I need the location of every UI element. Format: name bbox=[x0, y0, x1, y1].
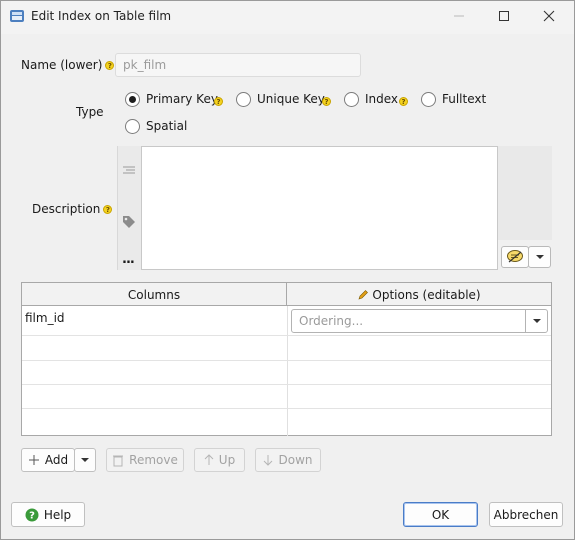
description-side-panel bbox=[498, 146, 552, 240]
tag-icon[interactable] bbox=[121, 214, 137, 233]
type-option-label: Fulltext bbox=[442, 92, 487, 106]
cancel-button[interactable]: Abbrechen bbox=[489, 502, 563, 527]
help-circle-icon: ? bbox=[25, 508, 39, 521]
description-label-text: Description bbox=[32, 202, 101, 216]
text-format-icon[interactable] bbox=[122, 165, 136, 180]
radio-fulltext[interactable] bbox=[421, 92, 436, 107]
ordering-placeholder: Ordering... bbox=[299, 314, 364, 328]
table-row[interactable] bbox=[22, 385, 551, 409]
close-icon[interactable] bbox=[526, 0, 572, 32]
trash-icon bbox=[113, 455, 124, 466]
comment-dropdown-button[interactable] bbox=[528, 246, 551, 268]
type-label: Type bbox=[76, 105, 104, 119]
down-button[interactable]: Down bbox=[255, 448, 321, 472]
remove-button[interactable]: Remove bbox=[106, 448, 184, 472]
help-badge-icon[interactable]: ? bbox=[105, 61, 115, 70]
help-badge-icon[interactable]: ? bbox=[214, 97, 223, 106]
options-header-label: Options (editable) bbox=[372, 287, 481, 302]
columns-header[interactable]: Columns bbox=[22, 283, 287, 306]
up-button-label: Up bbox=[218, 453, 236, 467]
type-option-label: Spatial bbox=[146, 119, 188, 133]
arrow-down-icon bbox=[264, 455, 273, 466]
table-row[interactable] bbox=[22, 337, 551, 361]
help-badge-icon[interactable]: ? bbox=[399, 97, 408, 106]
plus-icon bbox=[28, 455, 39, 465]
help-button-label: Help bbox=[43, 507, 72, 522]
chevron-down-icon bbox=[81, 458, 89, 462]
svg-text:?: ? bbox=[29, 510, 35, 521]
radio-unique-key[interactable] bbox=[236, 92, 251, 107]
help-badge-icon[interactable]: ? bbox=[322, 97, 331, 106]
description-textarea[interactable] bbox=[141, 146, 498, 270]
minimize-icon[interactable] bbox=[436, 0, 482, 32]
table-row[interactable]: film_id Ordering... bbox=[22, 306, 551, 336]
comment-edit-button[interactable] bbox=[501, 246, 529, 268]
table-row[interactable] bbox=[22, 409, 551, 433]
columns-grid: Columns Options (editable) film_id Order… bbox=[21, 282, 552, 436]
pencil-icon bbox=[358, 289, 369, 299]
chevron-down-icon bbox=[535, 255, 544, 259]
down-button-label: Down bbox=[278, 453, 313, 467]
ok-button[interactable]: OK bbox=[403, 502, 478, 527]
column-name-cell: film_id bbox=[25, 311, 65, 325]
window-title: Edit Index on Table film bbox=[31, 9, 172, 23]
remove-button-label: Remove bbox=[129, 453, 178, 467]
add-button[interactable]: Add bbox=[21, 448, 75, 472]
speech-bubble-icon bbox=[507, 250, 523, 263]
type-option-label: Primary Key bbox=[146, 92, 218, 106]
database-table-icon bbox=[9, 8, 25, 24]
radio-primary-key[interactable] bbox=[125, 92, 140, 107]
add-dropdown-button[interactable] bbox=[74, 448, 96, 472]
chevron-down-icon bbox=[533, 319, 541, 323]
radio-index[interactable] bbox=[344, 92, 359, 107]
add-button-label: Add bbox=[44, 453, 69, 467]
type-option-label: Index bbox=[365, 92, 399, 106]
options-header[interactable]: Options (editable) bbox=[287, 283, 551, 306]
up-button[interactable]: Up bbox=[194, 448, 245, 472]
grid-header: Columns Options (editable) bbox=[22, 283, 551, 306]
more-options-icon[interactable]: ... bbox=[122, 252, 135, 267]
type-option-label: Unique Key bbox=[257, 92, 325, 106]
name-input[interactable]: pk_film bbox=[115, 53, 361, 77]
ordering-select[interactable]: Ordering... bbox=[291, 309, 548, 333]
ordering-dropdown-button[interactable] bbox=[525, 310, 548, 332]
arrow-up-icon bbox=[204, 454, 214, 465]
table-row[interactable] bbox=[22, 361, 551, 385]
help-button[interactable]: ? Help bbox=[11, 502, 85, 527]
name-label-text: Name (lower) bbox=[21, 58, 103, 72]
description-label: Description? bbox=[32, 202, 113, 216]
maximize-icon[interactable] bbox=[481, 0, 527, 32]
radio-spatial[interactable] bbox=[125, 119, 140, 134]
help-badge-icon[interactable]: ? bbox=[103, 205, 113, 214]
name-label: Name (lower)? bbox=[21, 58, 115, 72]
